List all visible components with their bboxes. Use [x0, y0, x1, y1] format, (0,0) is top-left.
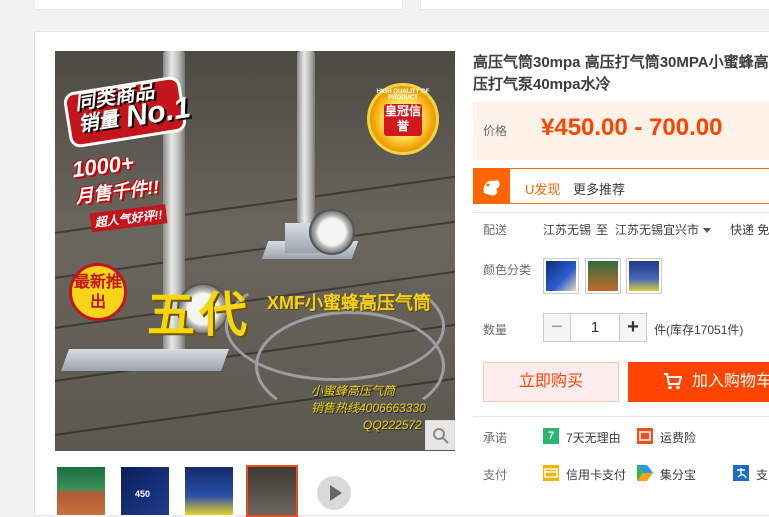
quantity-input[interactable]: 1	[571, 313, 619, 342]
squirrel-icon	[474, 169, 510, 203]
buy-now-button[interactable]: 立即购买	[483, 362, 619, 402]
ship-from: 江苏无锡	[543, 223, 592, 237]
shipping-label: 配送	[483, 223, 508, 237]
freight-insurance[interactable]: 运费险	[660, 429, 696, 446]
color-option-2[interactable]	[585, 258, 621, 294]
color-category-label: 颜色分类	[483, 263, 532, 277]
previous-section-card	[34, 0, 403, 10]
product-title: 高压气筒30mpa 高压打气筒30MPA小蜜蜂高压打气泵40mpa水冷	[473, 54, 769, 93]
crown-quality-seal: HIGH QUALITY OF PRODUCT 皇冠信誉	[367, 83, 439, 155]
quantity-label: 数量	[483, 323, 508, 337]
color-option-3[interactable]	[626, 258, 662, 294]
price-box: 价格 ¥450.00 - 700.00	[473, 102, 769, 160]
cart-icon	[664, 373, 682, 390]
ship-to-word: 至	[596, 223, 609, 237]
newest-release-badge: 最新推出	[69, 263, 127, 321]
jifenbao-payment[interactable]: 集分宝	[660, 466, 696, 483]
payment-label: 支付	[483, 468, 508, 482]
monthly-sales-badge: 1000+ 月售千件!! 超人气好评!!	[71, 145, 180, 234]
previous-section-card	[420, 0, 769, 10]
add-to-cart-button[interactable]: 加入购物车	[628, 362, 769, 402]
zoom-button[interactable]	[425, 420, 455, 450]
ship-to-select[interactable]: 江苏无锡宜兴市	[615, 221, 712, 238]
alipay-payment[interactable]: 支	[756, 466, 768, 483]
brand-text: XMF小蜜蜂高压气筒	[267, 293, 431, 313]
seven-day-return[interactable]: 7天无理由	[566, 429, 621, 446]
magnifier-icon	[433, 428, 449, 444]
generation-text: 五代	[147, 289, 252, 342]
freight-insurance-icon	[637, 428, 653, 444]
thumbnail-3[interactable]	[183, 465, 235, 517]
pump-foot-plate	[60, 349, 230, 371]
thumbnail-4-selected[interactable]	[246, 465, 298, 517]
credit-card-icon	[543, 465, 559, 481]
thumbnail-1[interactable]	[55, 465, 107, 517]
color-option-1[interactable]	[543, 258, 579, 294]
shipping-method: 快递 免	[730, 223, 769, 237]
price-label: 价格	[483, 124, 508, 138]
quantity-decrease-button[interactable]: −	[543, 313, 571, 342]
seven-day-return-icon: 7	[543, 428, 559, 444]
divider	[473, 416, 769, 417]
divider	[473, 212, 769, 213]
jifenbao-icon	[637, 465, 653, 481]
main-product-image[interactable]: 同类商品 销量 No.1 1000+ 月售千件!! 超人气好评!! HIGH Q…	[55, 51, 455, 451]
credit-card-payment[interactable]: 信用卡支付	[566, 466, 626, 483]
thumbnail-2[interactable]: 450	[119, 465, 171, 517]
hotline-text: 小蜜蜂高压气筒 销售热线4006663330 QQ222572	[311, 384, 426, 432]
play-video-button[interactable]	[317, 476, 351, 510]
u-discover-label[interactable]: U发现	[525, 179, 560, 198]
quantity-increase-button[interactable]: +	[619, 313, 647, 342]
stock-info: 件(库存17051件)	[654, 323, 744, 337]
pump-barrel	[297, 51, 315, 223]
pressure-gauge	[309, 209, 355, 255]
price-value: ¥450.00 - 700.00	[541, 114, 723, 141]
chevron-down-icon	[703, 228, 712, 234]
alipay-icon	[733, 465, 749, 481]
more-recommendations-link[interactable]: 更多推荐	[573, 179, 625, 198]
u-discover-bar[interactable]: U发现 更多推荐	[473, 168, 769, 204]
promise-label: 承诺	[483, 431, 508, 445]
